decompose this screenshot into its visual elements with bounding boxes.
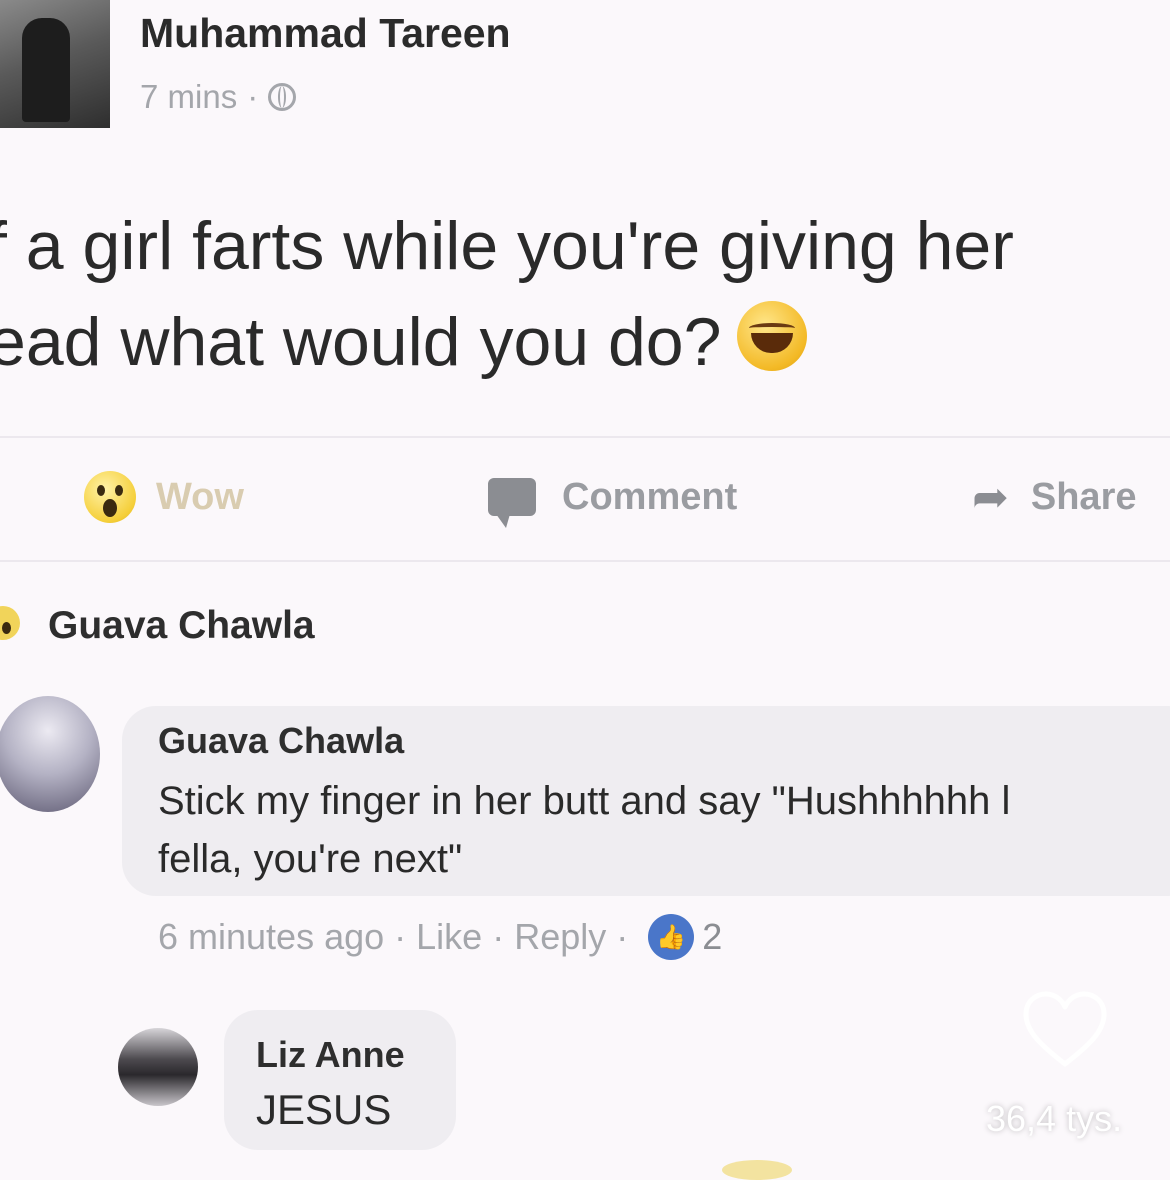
comment-icon xyxy=(488,478,536,528)
post-text: f a girl farts while you're giving her e… xyxy=(0,198,1170,390)
avatar[interactable] xyxy=(118,1028,198,1106)
meta-separator: · xyxy=(247,78,259,115)
share-button[interactable]: ➦ Share xyxy=(972,472,1137,522)
comment-button[interactable]: Comment xyxy=(488,472,738,528)
comment-text-line-2: fella, you're next" xyxy=(158,837,463,881)
divider xyxy=(0,436,1170,438)
divider xyxy=(0,560,1170,562)
wow-emoji-icon xyxy=(84,471,136,523)
top-commenter-name[interactable]: Guava Chawla xyxy=(48,604,315,648)
globe-icon xyxy=(268,83,297,111)
meta-separator: · xyxy=(492,916,505,957)
author-avatar[interactable] xyxy=(0,0,110,128)
post-time[interactable]: 7 mins xyxy=(140,78,237,116)
comment-meta: 6 minutes ago · Like · Reply · 👍 2 xyxy=(158,914,722,960)
laughing-emoji-icon xyxy=(737,301,808,371)
post-meta: 7 mins · xyxy=(140,78,297,116)
like-count-overlay: 36,4 tys. xyxy=(986,1098,1123,1139)
heart-icon[interactable] xyxy=(1022,990,1108,1070)
meta-separator: · xyxy=(616,916,629,957)
post-text-line-1: f a girl farts while you're giving her xyxy=(0,208,1014,284)
comment-text: JESUS xyxy=(256,1086,392,1133)
comment-time[interactable]: 6 minutes ago xyxy=(158,916,384,958)
wow-button[interactable]: Wow xyxy=(84,471,244,523)
like-link[interactable]: Like xyxy=(416,916,482,958)
share-label: Share xyxy=(1030,475,1137,518)
comment-text-line-1: Stick my finger in her butt and say "Hus… xyxy=(158,779,1011,823)
avatar[interactable] xyxy=(0,696,100,812)
comment-author[interactable]: Guava Chawla xyxy=(158,720,404,762)
wow-label: Wow xyxy=(156,475,244,518)
meta-separator: · xyxy=(394,916,407,957)
wow-reaction-icon xyxy=(0,606,20,640)
partial-emoji-icon xyxy=(722,1160,792,1180)
share-arrow-icon: ➦ xyxy=(972,472,1009,522)
comment-author[interactable]: Liz Anne xyxy=(256,1034,405,1076)
post-text-line-2: ead what would you do? xyxy=(0,294,1170,390)
comment-text: Stick my finger in her butt and say "Hus… xyxy=(158,772,1170,888)
author-name[interactable]: Muhammad Tareen xyxy=(140,10,511,57)
thumbs-up-icon[interactable]: 👍 xyxy=(648,914,695,960)
reply-link[interactable]: Reply xyxy=(514,916,606,958)
comment-label: Comment xyxy=(562,475,738,518)
reaction-count[interactable]: 2 xyxy=(702,916,722,958)
